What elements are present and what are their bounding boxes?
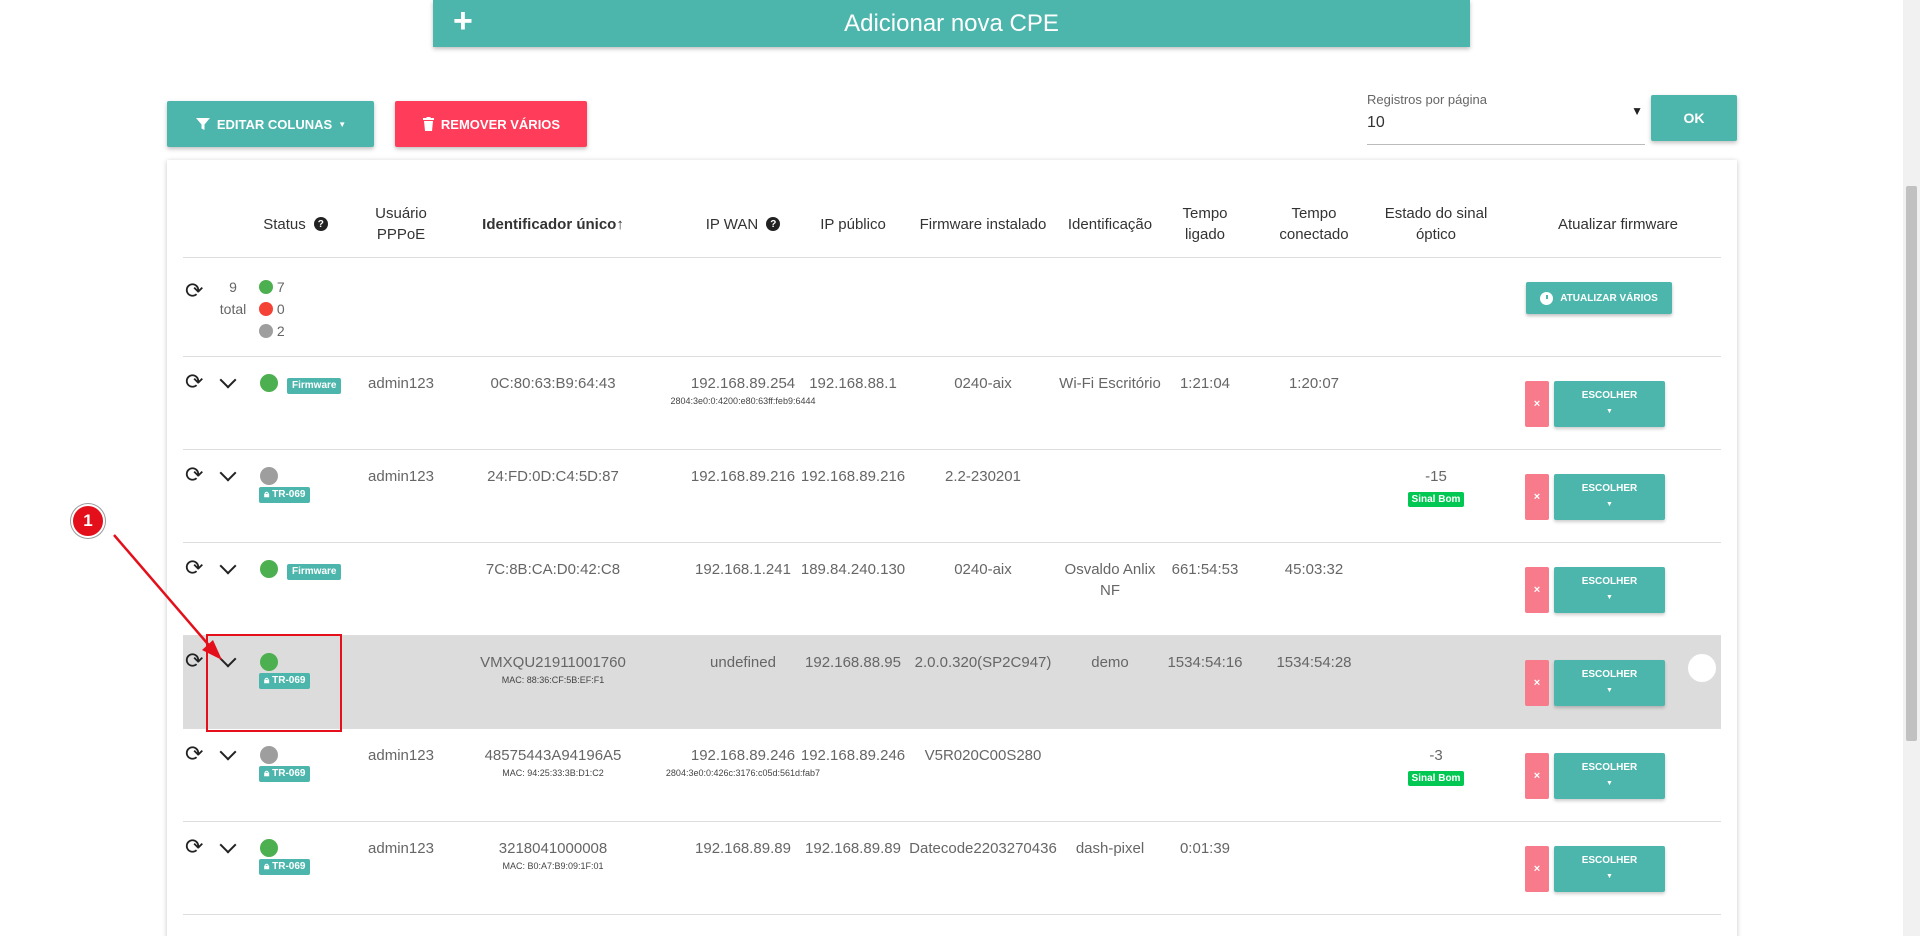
annotation-arrow	[113, 534, 222, 660]
annotation-highlight-box	[206, 634, 342, 732]
annotation-marker: 1	[71, 504, 105, 538]
page: + Adicionar nova CPE EDITAR COLUNAS ▼ RE…	[0, 0, 1920, 936]
